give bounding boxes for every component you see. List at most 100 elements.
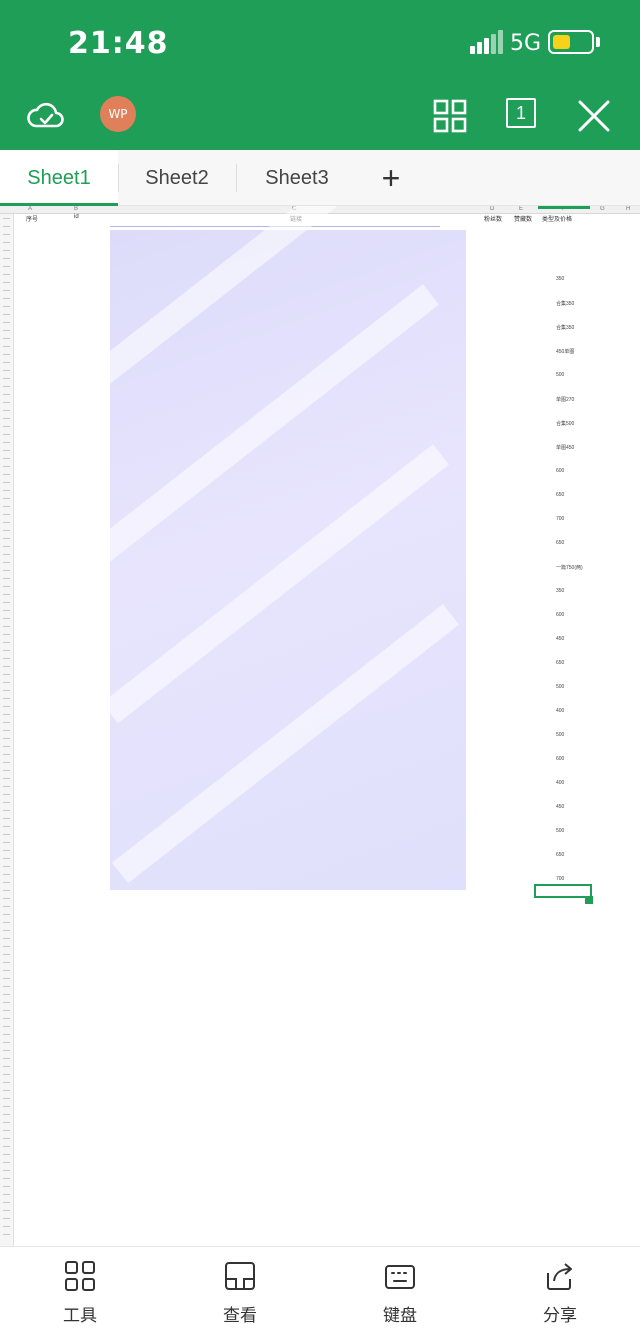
row-number-tick [3, 1194, 10, 1195]
price-cell: 400 [556, 708, 565, 714]
row-number-tick [3, 770, 10, 771]
keyboard-button[interactable]: 键盘 [360, 1259, 440, 1339]
row-number-tick [3, 394, 10, 395]
selection-handle[interactable] [585, 896, 593, 904]
row-number-tick [3, 786, 10, 787]
price-cell: 650 [556, 852, 565, 858]
row-number-tick [3, 1162, 10, 1163]
column-letter-b: B [74, 206, 79, 212]
header-cell: 类型及价格 [542, 217, 573, 223]
row-number-tick [3, 986, 10, 987]
price-cell: 合集350 [556, 325, 575, 331]
row-number-tick [3, 722, 10, 723]
price-cell: 700 [556, 516, 565, 522]
row-number-tick [3, 554, 10, 555]
column-letter-h: H [626, 206, 631, 212]
price-cell: 500 [556, 732, 565, 738]
row-number-tick [3, 1010, 10, 1011]
row-number-tick [3, 1202, 10, 1203]
grid-view-icon[interactable] [428, 94, 472, 138]
price-cell: 600 [556, 612, 565, 618]
cloud-sync-icon[interactable] [24, 94, 68, 138]
price-cell: 600 [556, 468, 565, 474]
sheet-tab-bar: Sheet1 Sheet2 Sheet3 [0, 150, 640, 206]
price-cell: 350 [556, 588, 565, 594]
tab-divider [236, 164, 237, 192]
row-number-tick [3, 1066, 10, 1067]
row-number-tick [3, 1058, 10, 1059]
price-cell: 650 [556, 492, 565, 498]
row-number-tick [3, 1114, 10, 1115]
row-number-tick [3, 818, 10, 819]
column-letter-a: A [28, 206, 33, 212]
row-number-tick [3, 738, 10, 739]
row-number-tick [3, 258, 10, 259]
row-number-tick [3, 1018, 10, 1019]
row-number-tick [3, 522, 10, 523]
user-avatar[interactable]: WP [100, 96, 136, 132]
tab-sheet3[interactable]: Sheet3 [238, 150, 356, 206]
price-cell: 600 [556, 756, 565, 762]
row-number-tick [3, 1090, 10, 1091]
row-number-tick [3, 378, 10, 379]
row-number-tick [3, 434, 10, 435]
row-number-tick [3, 482, 10, 483]
row-number-tick [3, 874, 10, 875]
row-number-tick [3, 234, 10, 235]
view-button[interactable]: 查看 [200, 1259, 280, 1339]
price-cell: 合集350 [556, 301, 575, 307]
view-icon [225, 1262, 255, 1290]
row-number-tick [3, 962, 10, 963]
redaction-stripe [81, 206, 429, 394]
row-number-tick [3, 602, 10, 603]
tools-button[interactable]: 工具 [40, 1259, 120, 1339]
row-number-tick [3, 698, 10, 699]
row-number-tick [3, 898, 10, 899]
row-number-tick [3, 890, 10, 891]
row-number-tick [3, 946, 10, 947]
battery-tip [596, 37, 600, 47]
status-bar: 21:48 5G [0, 0, 640, 88]
row-number-tick [3, 1122, 10, 1123]
row-number-tick [3, 1034, 10, 1035]
row-number-tick [3, 266, 10, 267]
page-counter-icon[interactable]: 1 [506, 98, 536, 128]
redaction-stripe [101, 444, 449, 724]
network-label: 5G [510, 31, 542, 56]
row-number-tick [3, 954, 10, 955]
add-sheet-button[interactable]: + [376, 150, 406, 206]
share-button[interactable]: 分享 [520, 1259, 600, 1339]
tab-sheet2[interactable]: Sheet2 [118, 150, 236, 206]
row-number-tick [3, 1138, 10, 1139]
row-number-tick [3, 1210, 10, 1211]
app-toolbar [0, 88, 640, 150]
row-number-tick [3, 322, 10, 323]
row-number-tick [3, 1050, 10, 1051]
row-number-tick [3, 1042, 10, 1043]
row-number-tick [3, 330, 10, 331]
row-number-tick [3, 570, 10, 571]
price-cell: 单图450 [556, 445, 575, 451]
row-number-tick [3, 506, 10, 507]
row-number-tick [3, 850, 10, 851]
row-number-tick [3, 970, 10, 971]
row-number-tick [3, 1186, 10, 1187]
row-number-tick [3, 514, 10, 515]
price-cell: 单图270 [556, 397, 575, 403]
row-number-tick [3, 978, 10, 979]
spreadsheet-grid[interactable]: A B C D E F G H 序号 id 链接 粉丝数 赞藏数 类型及价格 3… [0, 206, 640, 1246]
row-number-tick [3, 1098, 10, 1099]
row-number-tick [3, 586, 10, 587]
tab-sheet1[interactable]: Sheet1 [0, 150, 118, 206]
row-number-tick [3, 802, 10, 803]
price-cell: 350 [556, 276, 565, 282]
price-cell: 500 [556, 372, 565, 378]
header-cell: 粉丝数 [484, 217, 503, 223]
selected-cell[interactable] [534, 884, 592, 898]
price-cell: 一篇750(两) [556, 565, 583, 571]
price-cell: 合集500 [556, 421, 575, 427]
row-number-tick [3, 1234, 10, 1235]
row-number-tick [3, 530, 10, 531]
close-icon[interactable] [572, 94, 616, 138]
row-number-tick [3, 426, 10, 427]
